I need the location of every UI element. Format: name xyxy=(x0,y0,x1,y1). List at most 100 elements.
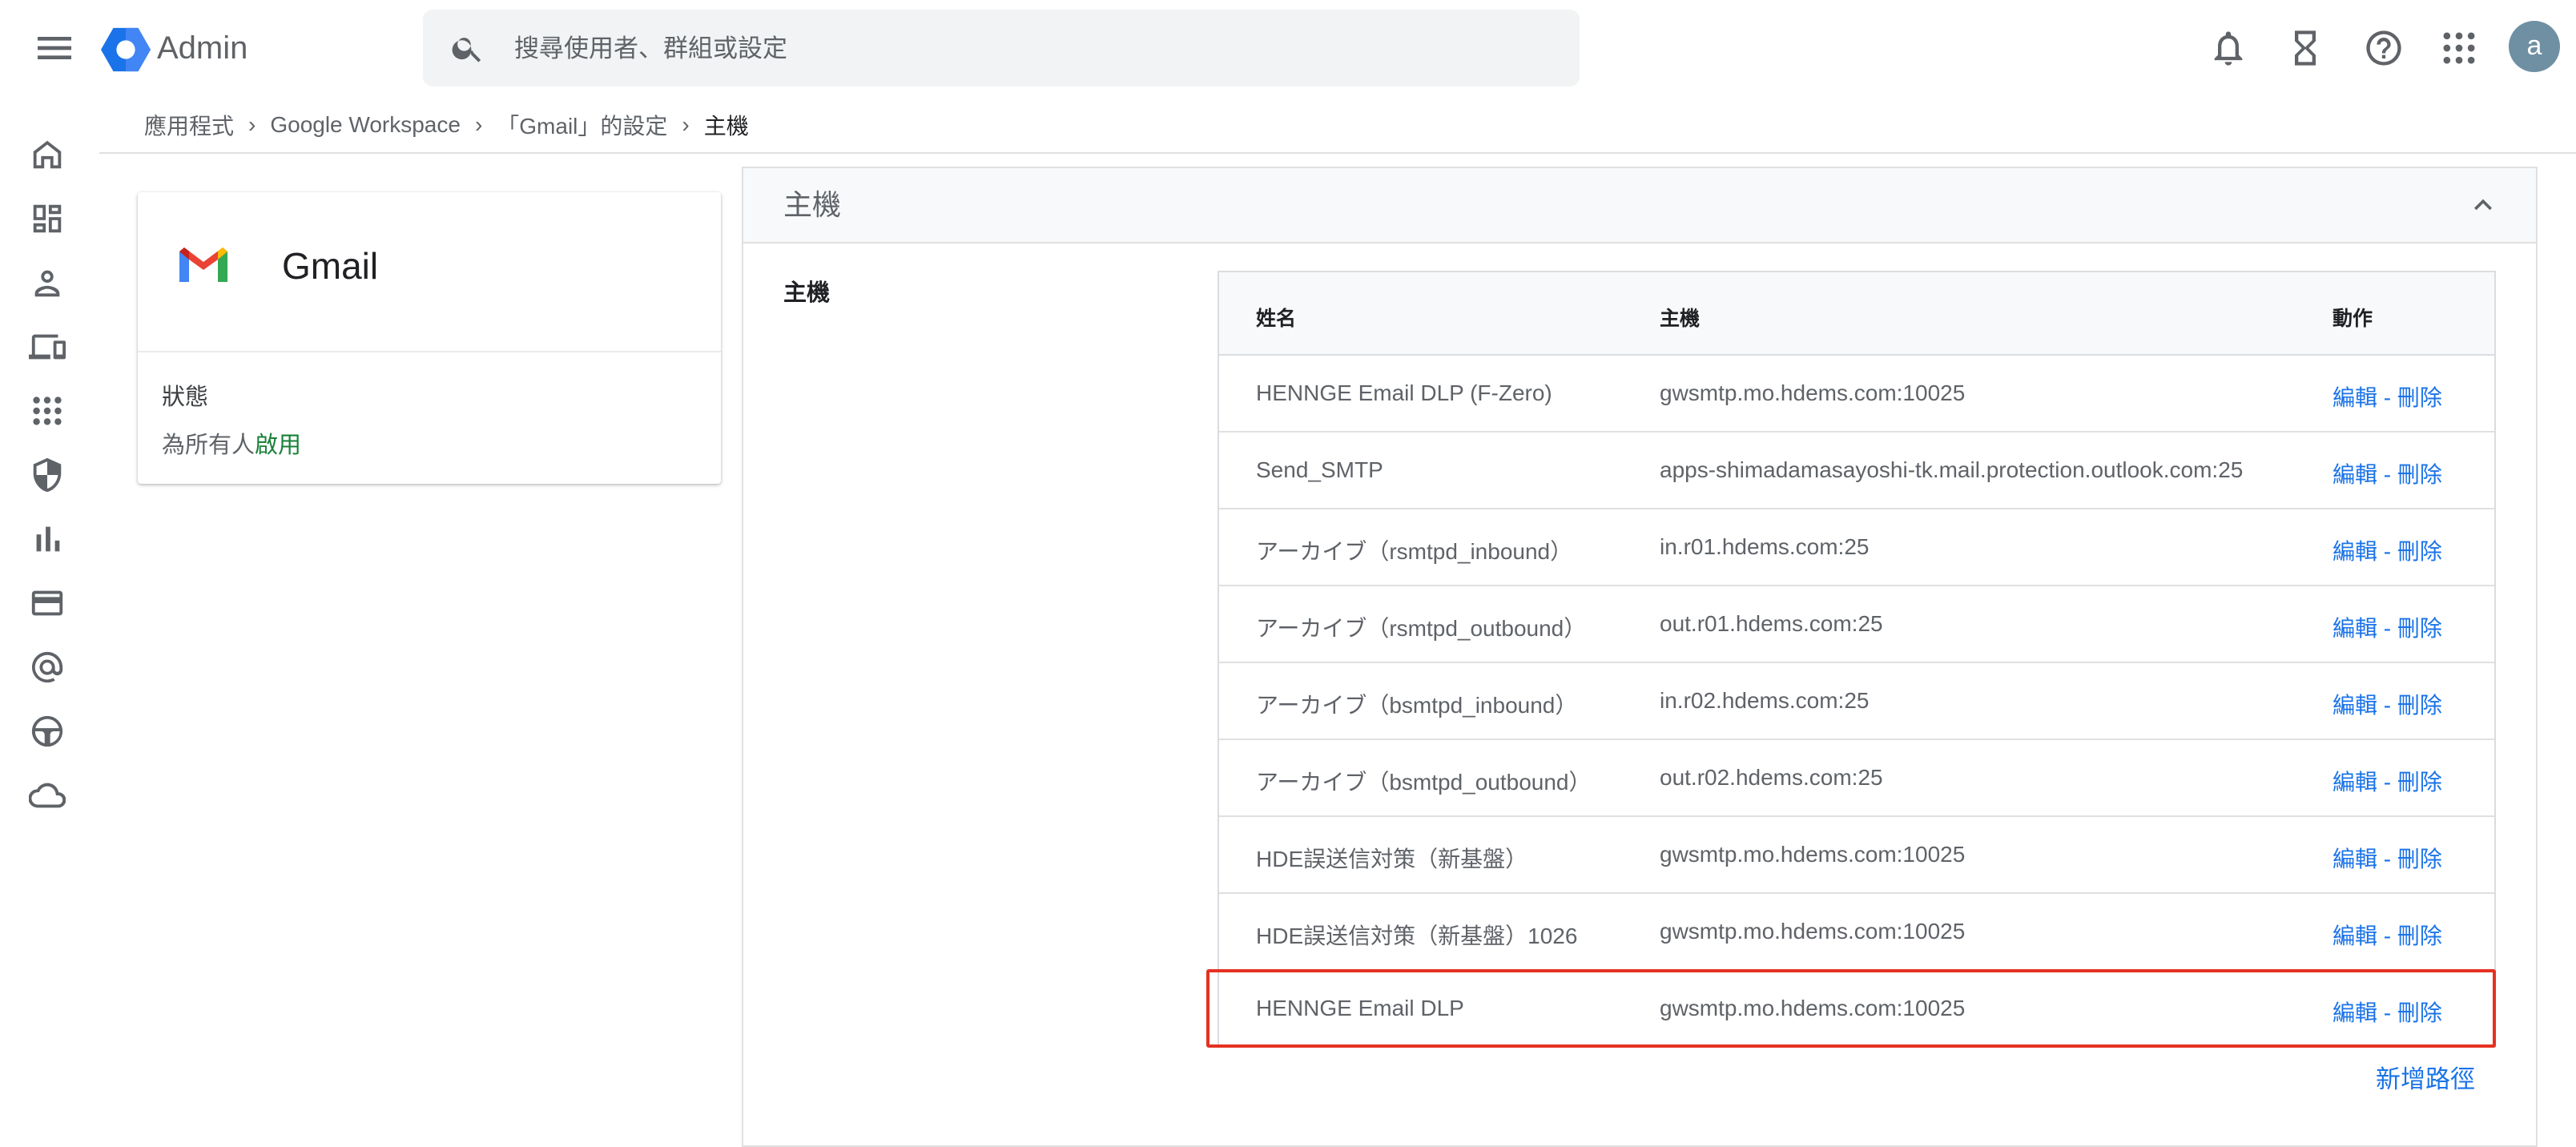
header-divider xyxy=(99,152,2576,154)
cell-action: 編輯 - 刪除 xyxy=(2332,919,2442,951)
delete-link[interactable]: 刪除 xyxy=(2397,616,2442,641)
edit-link[interactable]: 編輯 xyxy=(2332,847,2377,871)
chevron-right-icon: › xyxy=(474,112,483,137)
panel-header[interactable]: 主機 xyxy=(743,168,2536,243)
cell-action: 編輯 - 刪除 xyxy=(2332,611,2442,643)
add-route-button[interactable]: 新增路徑 xyxy=(2376,1059,2475,1095)
help-icon[interactable] xyxy=(2363,27,2405,69)
cell-host: apps-shimadamasayoshi-tk.mail.protection… xyxy=(1660,457,2244,482)
steering-wheel-icon[interactable] xyxy=(29,713,66,750)
cell-name: HENNGE Email DLP (F-Zero) xyxy=(1256,380,1552,405)
status-label: 狀態 xyxy=(162,384,209,410)
action-separator: - xyxy=(2377,462,2397,487)
action-separator: - xyxy=(2377,385,2397,410)
breadcrumb: 應用程式 › Google Workspace › 「Gmail」的設定 › 主… xyxy=(144,107,749,143)
table-row: HDE誤送信対策（新基盤） gwsmtp.mo.hdems.com:10025 … xyxy=(1219,817,2494,894)
action-separator: - xyxy=(2377,924,2397,948)
delete-link[interactable]: 刪除 xyxy=(2397,847,2442,871)
search-icon[interactable] xyxy=(450,30,485,66)
menu-icon[interactable] xyxy=(32,26,77,70)
table-row: Send_SMTP apps-shimadamasayoshi-tk.mail.… xyxy=(1219,433,2494,509)
apps-grid-icon[interactable] xyxy=(2438,27,2480,69)
edit-link[interactable]: 編輯 xyxy=(2332,385,2377,410)
devices-icon[interactable] xyxy=(29,328,66,365)
edit-link[interactable]: 編輯 xyxy=(2332,924,2377,948)
section-label: 主機 xyxy=(783,280,831,306)
shield-icon[interactable] xyxy=(29,457,66,493)
cell-name: HDE誤送信対策（新基盤） xyxy=(1256,847,1528,871)
delete-link[interactable]: 刪除 xyxy=(2397,539,2442,564)
cell-action: 編輯 - 刪除 xyxy=(2332,688,2442,720)
delete-link[interactable]: 刪除 xyxy=(2397,462,2442,487)
cell-action: 編輯 - 刪除 xyxy=(2332,765,2442,797)
dashboard-icon[interactable] xyxy=(29,200,66,237)
breadcrumb-current: 主機 xyxy=(703,114,749,139)
edit-link[interactable]: 編輯 xyxy=(2332,693,2377,718)
breadcrumb-google-workspace[interactable]: Google Workspace xyxy=(270,112,461,138)
panel-title: 主機 xyxy=(783,188,842,221)
delete-link[interactable]: 刪除 xyxy=(2397,385,2442,410)
highlight-box xyxy=(1206,969,2496,1048)
edit-link[interactable]: 編輯 xyxy=(2332,770,2377,795)
admin-logo[interactable] xyxy=(101,26,151,74)
cell-action: 編輯 - 刪除 xyxy=(2332,534,2442,566)
delete-link[interactable]: 刪除 xyxy=(2397,693,2442,718)
apps-icon[interactable] xyxy=(29,392,66,429)
cell-action: 編輯 - 刪除 xyxy=(2332,457,2442,489)
hourglass-icon[interactable] xyxy=(2284,27,2326,69)
table-row: アーカイブ（rsmtpd_inbound） in.r01.hdems.com:2… xyxy=(1219,509,2494,586)
delete-link[interactable]: 刪除 xyxy=(2397,924,2442,948)
cell-host: in.r02.hdems.com:25 xyxy=(1660,688,1870,713)
cell-action: 編輯 - 刪除 xyxy=(2332,842,2442,874)
app-title: Gmail xyxy=(282,245,379,287)
cell-host: gwsmtp.mo.hdems.com:10025 xyxy=(1660,380,1966,405)
billing-card-icon[interactable] xyxy=(29,585,66,622)
table-row: HDE誤送信対策（新基盤）1026 gwsmtp.mo.hdems.com:10… xyxy=(1219,894,2494,971)
cell-host: in.r01.hdems.com:25 xyxy=(1660,534,1870,559)
action-separator: - xyxy=(2377,847,2397,871)
bell-icon[interactable] xyxy=(2208,27,2249,69)
table-row: アーカイブ（bsmtpd_outbound） out.r02.hdems.com… xyxy=(1219,740,2494,817)
edit-link[interactable]: 編輯 xyxy=(2332,539,2377,564)
home-icon[interactable] xyxy=(29,136,66,173)
action-separator: - xyxy=(2377,616,2397,641)
delete-link[interactable]: 刪除 xyxy=(2397,770,2442,795)
at-sign-icon[interactable] xyxy=(29,649,66,686)
action-separator: - xyxy=(2377,693,2397,718)
column-header-action: 動作 xyxy=(2332,308,2373,330)
app-name[interactable]: Admin xyxy=(157,27,248,69)
cell-name: アーカイブ（rsmtpd_outbound） xyxy=(1256,616,1587,641)
table-row: アーカイブ（bsmtpd_inbound） in.r02.hdems.com:2… xyxy=(1219,663,2494,740)
table-header: 姓名 主機 動作 xyxy=(1219,272,2494,356)
cell-name: HDE誤送信対策（新基盤）1026 xyxy=(1256,924,1578,948)
gmail-logo-icon xyxy=(175,235,232,293)
cell-host: out.r02.hdems.com:25 xyxy=(1660,765,1883,790)
chevron-right-icon: › xyxy=(248,112,256,137)
cell-name: アーカイブ（rsmtpd_inbound） xyxy=(1256,539,1573,564)
breadcrumb-apps[interactable]: 應用程式 xyxy=(144,109,234,141)
edit-link[interactable]: 編輯 xyxy=(2332,616,2377,641)
column-header-host: 主機 xyxy=(1660,308,1701,330)
chevron-up-icon[interactable] xyxy=(2465,187,2501,223)
cell-host: out.r01.hdems.com:25 xyxy=(1660,611,1883,636)
breadcrumb-gmail-settings[interactable]: 「Gmail」的設定 xyxy=(497,109,667,141)
person-icon[interactable] xyxy=(29,264,66,301)
cell-action: 編輯 - 刪除 xyxy=(2332,380,2442,413)
search-input[interactable] xyxy=(513,10,1477,88)
action-separator: - xyxy=(2377,539,2397,564)
action-separator: - xyxy=(2377,770,2397,795)
bar-chart-icon[interactable] xyxy=(29,521,66,557)
column-header-name: 姓名 xyxy=(1256,308,1297,330)
table-body: HENNGE Email DLP (F-Zero) gwsmtp.mo.hdem… xyxy=(1219,356,2494,1046)
cell-name: アーカイブ（bsmtpd_inbound） xyxy=(1256,693,1578,718)
status-prefix: 為所有人 xyxy=(162,433,256,458)
cell-host: gwsmtp.mo.hdems.com:10025 xyxy=(1660,842,1966,867)
chevron-right-icon: › xyxy=(682,112,690,137)
edit-link[interactable]: 編輯 xyxy=(2332,462,2377,487)
cloud-icon[interactable] xyxy=(29,777,66,814)
search-bar[interactable] xyxy=(423,10,1580,88)
table-row: HENNGE Email DLP (F-Zero) gwsmtp.mo.hdem… xyxy=(1219,356,2494,433)
status-line[interactable]: 為所有人啟用 xyxy=(162,426,301,460)
avatar[interactable]: a xyxy=(2509,21,2560,72)
cell-name: アーカイブ（bsmtpd_outbound） xyxy=(1256,770,1592,795)
